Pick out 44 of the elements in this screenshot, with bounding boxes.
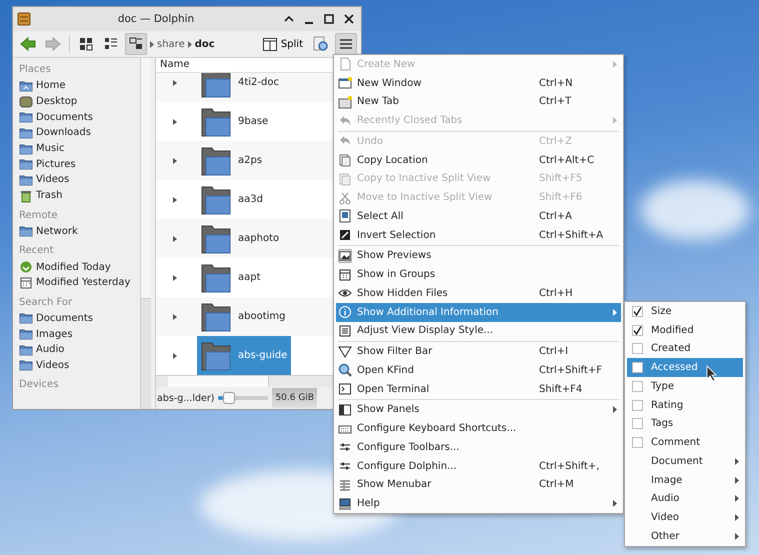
shortcut-label: Ctrl+M [539,479,575,490]
item-label: Videos [36,360,70,371]
section-heading: Remote [19,208,59,222]
shortcut-label: Ctrl+A [539,210,574,222]
folder-name: aapt [238,272,261,283]
folder-name: abootimg [238,311,286,322]
shortcut-label: Ctrl+Shift+, [539,460,600,472]
item-label: Trash [36,190,62,202]
item-label: Images [36,328,73,340]
folder-name: aa3d [238,194,263,205]
window-title: doc — Dolphin [116,13,196,25]
item-label: Modified Today [36,262,111,273]
item-label: Videos [36,174,70,186]
item-label: Documents [36,112,94,123]
shortcut-label: Ctrl+H [539,288,574,299]
item-label: Documents [36,312,94,324]
item-label: Audio [36,344,64,356]
section-heading: Recent [19,244,55,258]
item-label: Downloads [36,127,91,138]
section-heading: Search For [19,296,74,310]
item-label: Music [36,143,64,154]
item-label: Home [36,80,66,92]
shortcut-label: Ctrl+Alt+C [539,154,596,166]
shortcut-label: Ctrl+T [539,96,572,108]
folder-name: abs-guide [238,350,288,361]
shortcut-label: Shift+F5 [539,173,584,184]
shortcut-label: Ctrl+Z [539,136,574,147]
folder-name: 4ti2-doc [238,77,279,88]
section-heading: Places [19,63,52,77]
item-label: Pictures [36,158,76,170]
shortcut-label: Shift+F4 [539,384,584,395]
folder-name: 9base [238,116,268,127]
shortcut-label: Ctrl+Shift+A [539,230,604,241]
item-label: Desktop [36,96,78,108]
folder-name: a2ps [238,155,262,166]
folder-name: aaphoto [238,233,280,244]
shortcut-label: Ctrl+Shift+F [539,364,604,376]
status-text: abs-g...lder) [157,392,214,404]
shortcut-label: Shift+F6 [539,192,584,204]
item-label: Network [36,226,78,237]
shortcut-label: Ctrl+N [539,78,574,89]
shortcut-label: Ctrl+I [539,346,570,358]
section-heading: Devices [19,378,60,392]
item-label: Modified Yesterday [36,277,130,288]
